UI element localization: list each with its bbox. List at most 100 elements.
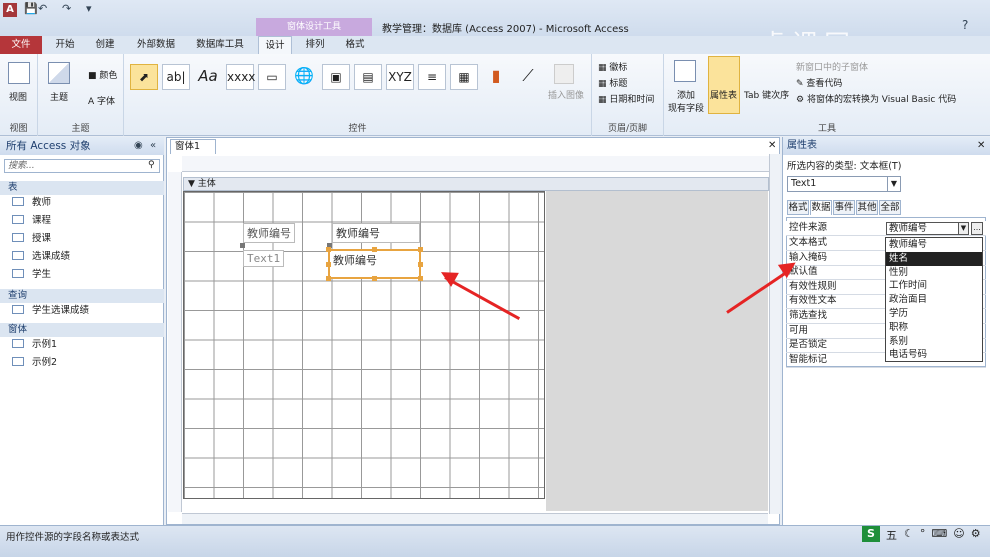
resize-handle[interactable] (418, 276, 423, 281)
nav-item-table[interactable]: 课程 (12, 213, 51, 229)
view-icon[interactable] (8, 62, 30, 84)
resize-handle[interactable] (418, 262, 423, 267)
dropdown-option[interactable]: 职称 (886, 321, 982, 335)
horizontal-scrollbar[interactable] (182, 513, 768, 524)
hyperlink-icon[interactable]: 🌐 (290, 64, 318, 90)
tab-arrange[interactable]: 排列 (298, 36, 332, 54)
select-pointer-icon[interactable]: ⬈ (130, 64, 158, 90)
button-control-icon[interactable]: xxxx (226, 64, 255, 90)
title-button[interactable]: ▦ 标题 (598, 76, 627, 89)
tab-control-icon[interactable]: ▭ (258, 64, 286, 90)
convert-macros-button[interactable]: ⚙ 将窗体的宏转换为 Visual Basic 代码 (796, 92, 956, 105)
theme-icon[interactable] (48, 62, 70, 84)
fonts-button[interactable]: A 字体 (88, 94, 115, 107)
tab-order-button[interactable]: Tab 键次序 (744, 88, 789, 101)
resize-handle[interactable] (372, 276, 377, 281)
property-sheet-button[interactable] (708, 56, 740, 114)
label-control-icon[interactable]: Aa (194, 64, 222, 90)
move-handle[interactable] (240, 243, 245, 248)
vertical-scrollbar[interactable] (769, 154, 780, 514)
view-code-button[interactable]: ✎ 查看代码 (796, 76, 842, 89)
resize-handle[interactable] (418, 247, 423, 252)
textbox-control-icon[interactable]: ab| (162, 64, 190, 90)
add-existing-fields-button[interactable]: 添加 现有字段 (668, 88, 704, 114)
prop-tab-all[interactable]: 全部 (879, 200, 901, 215)
collapse-pane-icon[interactable]: « (150, 140, 156, 151)
nav-item-query[interactable]: 学生选课成绩 (12, 303, 89, 319)
nav-search-input[interactable]: 搜索... (4, 159, 160, 173)
nav-item-table[interactable]: 学生 (12, 267, 51, 283)
dropdown-option[interactable]: 教师编号 (886, 238, 982, 252)
control-source-input[interactable]: 教师编号 (886, 222, 966, 235)
nav-item-form[interactable]: 示例2 (12, 355, 57, 371)
ime-mode-label[interactable]: 五 (886, 527, 897, 543)
tab-external-data[interactable]: 外部数据 (130, 36, 182, 54)
redo-icon[interactable]: ↷ (62, 2, 71, 15)
close-property-sheet-icon[interactable]: ✕ (977, 140, 985, 151)
dropdown-option[interactable]: 政治面目 (886, 293, 982, 307)
prop-tab-data[interactable]: 数据 (810, 200, 832, 215)
ime-logo-icon[interactable]: S (862, 526, 880, 542)
subform-new-window-button[interactable]: 新窗口中的子窗体 (796, 60, 868, 73)
dropdown-option[interactable]: 电话号码 (886, 348, 982, 362)
nav-menu-chevron-icon[interactable]: ◉ (134, 140, 143, 151)
resize-handle[interactable] (326, 262, 331, 267)
prop-tab-format[interactable]: 格式 (787, 200, 809, 215)
save-icon[interactable]: 💾 (24, 2, 38, 15)
label-text1[interactable]: Text1 (243, 250, 285, 267)
close-document-icon[interactable]: ✕ (768, 140, 776, 151)
tab-file[interactable]: 文件 (0, 36, 42, 54)
insert-image-button[interactable]: 插入图像 (548, 88, 584, 101)
dropdown-option[interactable]: 工作时间 (886, 279, 982, 293)
dropdown-option[interactable]: 性别 (886, 266, 982, 280)
nav-item-table[interactable]: 选课成绩 (12, 249, 70, 265)
combo-box-icon[interactable]: ▦ (450, 64, 478, 90)
nav-section-tables[interactable]: 表 (0, 181, 164, 195)
logo-button[interactable]: ▦ 徽标 (598, 60, 627, 73)
dropdown-option[interactable]: 学历 (886, 307, 982, 321)
access-app-icon[interactable]: A (3, 3, 17, 17)
chart-icon[interactable]: ▮ (482, 64, 510, 90)
nav-item-form[interactable]: 示例1 (12, 337, 57, 353)
page-break-icon[interactable]: ≡ (418, 64, 446, 90)
nav-item-table[interactable]: 授课 (12, 231, 51, 247)
dropdown-option-highlighted[interactable]: 姓名 (886, 251, 982, 266)
detail-section-bar[interactable]: ▼ 主体 (183, 177, 769, 191)
nav-item-table[interactable]: 教师 (12, 195, 51, 211)
resize-handle[interactable] (372, 247, 377, 252)
document-tab-form1[interactable]: 窗体1 (170, 139, 216, 154)
theme-button[interactable]: 主题 (50, 90, 68, 103)
view-button[interactable]: 视图 (9, 90, 27, 103)
tab-database-tools[interactable]: 数据库工具 (190, 36, 250, 54)
tab-format[interactable]: 格式 (338, 36, 372, 54)
option-group-icon[interactable]: XYZ (386, 64, 414, 90)
search-icon[interactable]: ⚲ (148, 160, 155, 170)
navigation-control-icon[interactable]: ▤ (354, 64, 382, 90)
builder-ellipsis-button[interactable]: ... (971, 222, 983, 235)
insert-image-icon[interactable] (554, 64, 574, 84)
resize-handle[interactable] (326, 276, 331, 281)
dropdown-option[interactable]: 系别 (886, 335, 982, 349)
chevron-down-icon[interactable]: ▼ (887, 177, 900, 191)
add-fields-icon[interactable] (674, 60, 696, 82)
datetime-button[interactable]: ▦ 日期和时间 (598, 92, 654, 105)
web-browser-icon[interactable]: ▣ (322, 64, 350, 90)
prop-tab-event[interactable]: 事件 (833, 200, 855, 215)
help-icon[interactable]: ? (962, 18, 968, 32)
undo-icon[interactable]: ↶ (38, 2, 47, 15)
label-teacher-id[interactable]: 教师编号 (243, 223, 295, 243)
tab-home[interactable]: 开始 (50, 36, 80, 54)
textbox-teacher-id[interactable]: 教师编号 (332, 223, 420, 243)
tab-design[interactable]: 设计 (258, 36, 292, 54)
selected-textbox-text1[interactable]: 教师编号 (328, 249, 421, 279)
customize-qat-icon[interactable]: ▾ (86, 2, 92, 15)
chevron-down-icon[interactable]: ▼ (958, 222, 969, 235)
nav-section-queries[interactable]: 查询 (0, 289, 164, 303)
nav-section-forms[interactable]: 窗体 (0, 323, 164, 337)
prop-tab-other[interactable]: 其他 (856, 200, 878, 215)
colors-button[interactable]: ■ 颜色 (88, 68, 117, 81)
control-selector-combo[interactable]: Text1 (787, 176, 901, 192)
ime-toolbar-icons[interactable]: ☾°⌨☺⚙ (904, 527, 987, 540)
tab-create[interactable]: 创建 (88, 36, 122, 54)
line-icon[interactable]: ⟋ (514, 64, 542, 90)
